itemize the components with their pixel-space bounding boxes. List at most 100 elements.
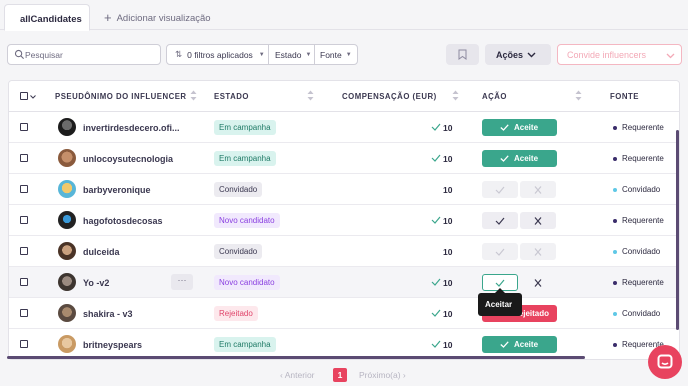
accept-button[interactable] (482, 243, 518, 260)
caret-down-icon: ▼ (258, 51, 265, 58)
row-more-button[interactable]: ··· (171, 274, 193, 290)
table-row[interactable]: Yo -v2 ··· Novo candidato 10 Requerente (9, 267, 679, 298)
filter-bar: ⇅ 0 filtros aplicados ▼ Estado ▼ Fonte ▼ (166, 44, 358, 65)
sort-icon[interactable] (575, 90, 582, 101)
accepted-button[interactable]: Aceite (482, 336, 557, 353)
accepted-button[interactable]: Aceite (482, 150, 557, 167)
acoes-dropdown-button[interactable]: Ações (485, 44, 551, 65)
close-icon (534, 186, 542, 194)
search-input[interactable]: Pesquisar (7, 44, 161, 65)
chevron-down-icon (666, 53, 675, 59)
influencer-name[interactable]: Yo -v2 (83, 278, 109, 288)
close-icon (534, 217, 542, 225)
influencer-name[interactable]: shakira - v3 (83, 309, 133, 319)
compensation-value: 10 (443, 154, 453, 164)
check-icon (431, 123, 441, 131)
filters-applied-dropdown[interactable]: ⇅ 0 filtros aplicados ▼ (167, 45, 269, 64)
influencer-name[interactable]: invertirdesdecero.ofi... (83, 123, 180, 133)
row-checkbox[interactable] (20, 185, 28, 193)
row-checkbox[interactable] (20, 154, 28, 162)
source-dot (613, 157, 617, 161)
row-checkbox[interactable] (20, 278, 28, 286)
source-value: Requerente (622, 216, 664, 225)
status-badge: Em campanha (214, 151, 276, 166)
compensation-value: 10 (443, 309, 453, 319)
reject-button[interactable] (520, 212, 556, 229)
table-row[interactable]: dulceida Convidado 10 Convidado (9, 236, 679, 267)
sort-icon[interactable] (307, 90, 314, 101)
avatar (58, 273, 76, 291)
row-checkbox[interactable] (20, 340, 28, 348)
previous-page-button[interactable]: ‹ Anterior (280, 370, 315, 380)
source-value: Requerente (622, 154, 664, 163)
row-checkbox[interactable] (20, 247, 28, 255)
source-value: Convidado (622, 247, 661, 256)
sort-icon[interactable] (452, 90, 459, 101)
status-badge: Em campanha (214, 120, 276, 135)
sort-icon[interactable] (190, 90, 197, 101)
table-row[interactable]: shakira - v3 Rejeitado 10 Rejeitado Conv… (9, 298, 679, 329)
status-badge: Convidado (214, 182, 263, 197)
previous-label: Anterior (284, 370, 315, 380)
help-chat-button[interactable] (648, 345, 682, 379)
status-badge: Novo candidato (214, 275, 280, 290)
check-icon (495, 279, 505, 287)
table-row[interactable]: unlocoysutecnologia Em campanha 10 Aceit… (9, 143, 679, 174)
status-badge: Novo candidato (214, 213, 280, 228)
save-view-button[interactable] (446, 44, 479, 65)
next-page-button[interactable]: Próximo(a) › (359, 370, 406, 380)
chevron-down-icon[interactable] (30, 95, 36, 99)
check-icon (431, 309, 441, 317)
accepted-button[interactable]: Aceite (482, 119, 557, 136)
header-estado[interactable]: ESTADO (214, 92, 249, 101)
vertical-scrollbar[interactable] (676, 130, 679, 330)
compensation-value: 10 (443, 278, 453, 288)
reject-button[interactable] (520, 243, 556, 260)
check-icon (431, 154, 441, 162)
accept-button[interactable] (482, 212, 518, 229)
pagination: ‹ Anterior 1 Próximo(a) › (0, 368, 688, 382)
row-checkbox[interactable] (20, 123, 28, 131)
select-all-checkbox[interactable] (20, 92, 28, 100)
bookmark-icon (458, 49, 467, 60)
influencer-name[interactable]: hagofotosdecosas (83, 216, 163, 226)
compensation-value: 10 (443, 123, 453, 133)
accepted-label: Aceite (514, 123, 539, 132)
avatar (58, 304, 76, 322)
row-checkbox[interactable] (20, 309, 28, 317)
check-icon (495, 248, 505, 256)
header-compensacao[interactable]: COMPENSAÇÃO (EUR) (342, 92, 437, 101)
reject-button[interactable] (520, 181, 556, 198)
estado-filter-label: Estado (275, 49, 302, 60)
check-icon (495, 217, 505, 225)
add-view-button[interactable]: + Adicionar visualização (104, 10, 211, 25)
horizontal-scrollbar[interactable] (7, 356, 585, 359)
fonte-filter-dropdown[interactable]: Fonte ▼ (315, 45, 357, 64)
table-row[interactable]: hagofotosdecosas Novo candidato 10 Reque… (9, 205, 679, 236)
influencer-name[interactable]: britneyspears (83, 340, 142, 350)
accept-button[interactable] (482, 181, 518, 198)
header-fonte[interactable]: FONTE (610, 92, 639, 101)
source-dot (613, 188, 617, 192)
caret-down-icon: ▼ (345, 51, 352, 58)
table-row[interactable]: invertirdesdecero.ofi... Em campanha 10 … (9, 112, 679, 143)
table-row[interactable]: barbyveronique Convidado 10 Convidado (9, 174, 679, 205)
acoes-label: Ações (496, 50, 524, 60)
status-badge: Rejeitado (214, 306, 258, 321)
source-dot (613, 281, 617, 285)
influencer-name[interactable]: dulceida (83, 247, 120, 257)
influencer-name[interactable]: unlocoysutecnologia (83, 154, 173, 164)
tab-all-candidates[interactable]: allCandidates (4, 4, 90, 31)
accept-tooltip: Aceitar (478, 288, 522, 316)
avatar (58, 118, 76, 136)
compensation-value: 10 (443, 247, 453, 257)
convide-influencers-button[interactable]: Convide influencers (557, 44, 682, 65)
header-pseudonimo[interactable]: PSEUDÔNIMO DO INFLUENCER (55, 92, 187, 101)
estado-filter-dropdown[interactable]: Estado ▼ (269, 45, 315, 64)
row-checkbox[interactable] (20, 216, 28, 224)
compensation-value: 10 (443, 340, 453, 350)
reject-button[interactable] (520, 274, 556, 291)
influencer-name[interactable]: barbyveronique (83, 185, 151, 195)
header-acao[interactable]: AÇÃO (482, 92, 507, 101)
current-page[interactable]: 1 (333, 368, 347, 382)
